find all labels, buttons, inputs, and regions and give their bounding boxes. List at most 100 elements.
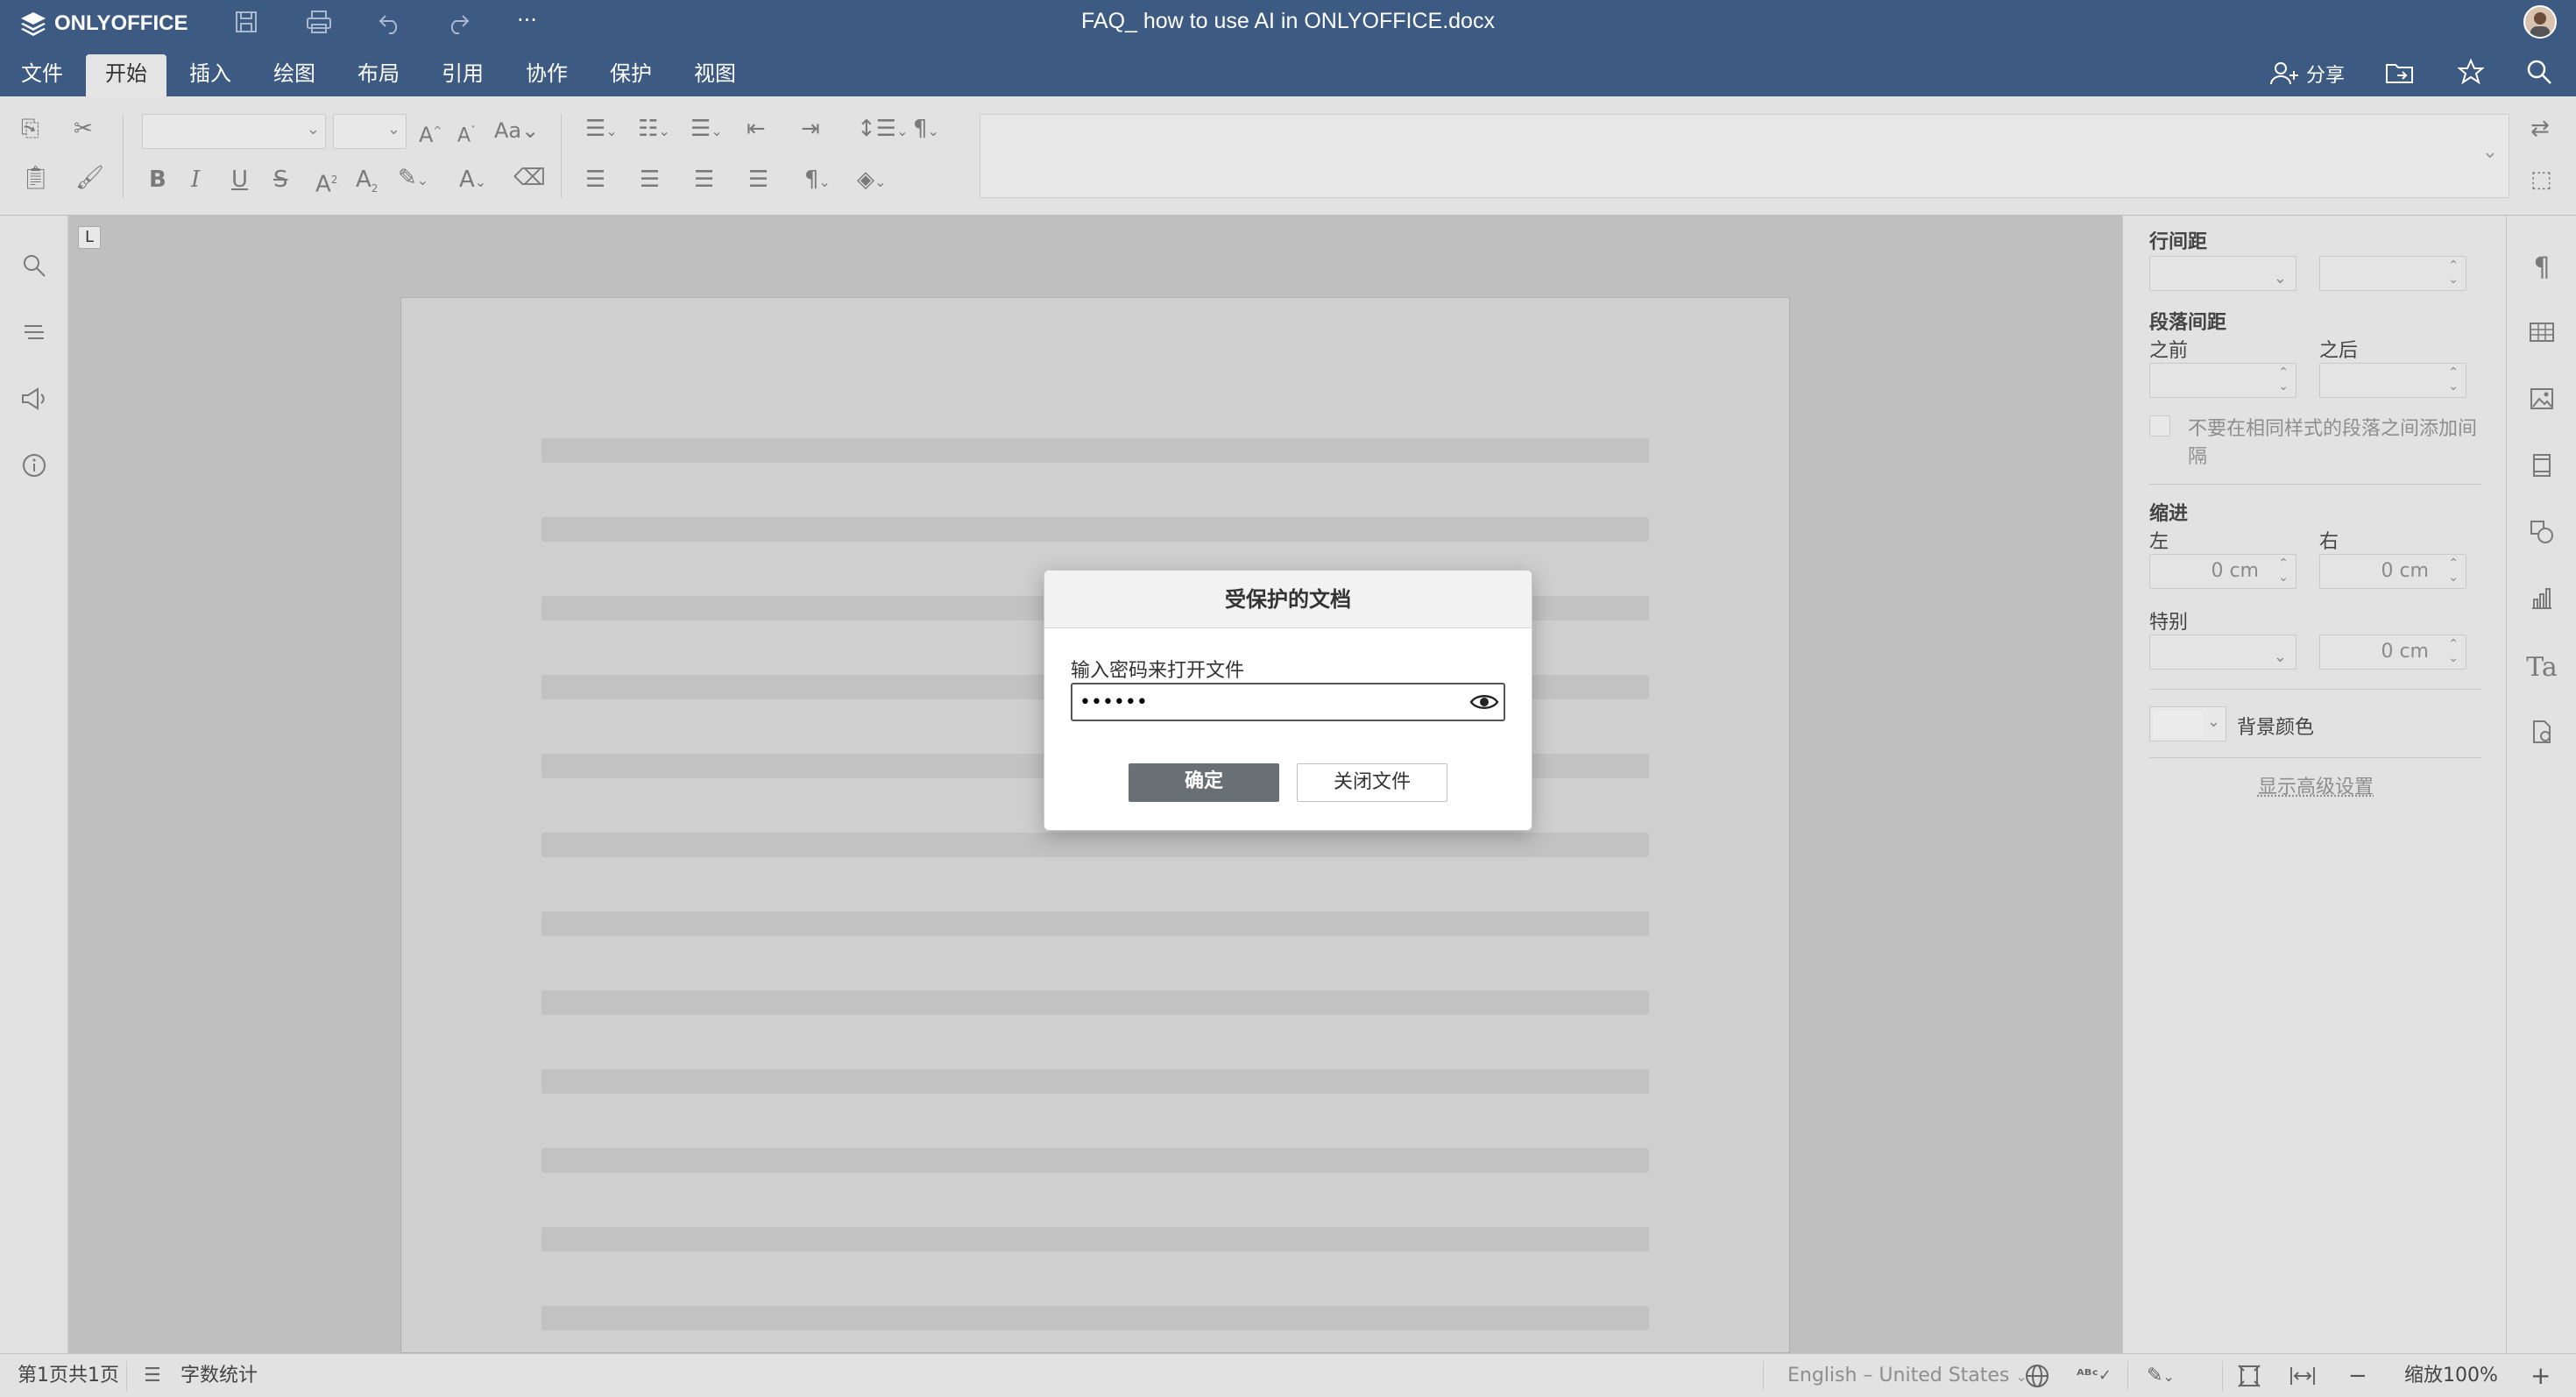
tab-home[interactable]: 开始 [86, 54, 166, 96]
text-art-icon[interactable]: Ta [2524, 652, 2559, 687]
chevron-down-icon[interactable]: ⌄ [2482, 141, 2498, 163]
bullet-list-icon[interactable]: ☰⌄ [585, 116, 618, 145]
align-right-icon[interactable]: ☰ [694, 167, 714, 193]
zoom-level[interactable]: 缩放100% [2404, 1365, 2498, 1387]
search-icon[interactable] [17, 252, 52, 287]
subscript-icon[interactable]: A2 [356, 167, 378, 202]
show-advanced-settings-link[interactable]: 显示高级设置 [2149, 771, 2482, 799]
highlight-icon[interactable]: ✎⌄ [398, 165, 428, 194]
globe-icon[interactable] [2024, 1363, 2050, 1395]
font-color-icon[interactable]: A⌄ [459, 167, 486, 195]
form-settings-icon[interactable] [2524, 719, 2559, 754]
close-file-button[interactable]: 关闭文件 [1297, 763, 1447, 802]
show-password-eye-icon[interactable] [1468, 689, 1500, 715]
special-indent-label: 特别 [2149, 612, 2189, 634]
special-indent-value-input[interactable]: 0 cm ⌃ ⌄ [2319, 635, 2466, 670]
copy-icon[interactable]: ⎘ [21, 116, 39, 142]
change-case-icon[interactable]: Aa⌄ [494, 117, 539, 144]
placeholder-text-line [541, 438, 1649, 463]
tab-view[interactable]: 视图 [675, 54, 755, 96]
favorite-star-icon[interactable] [2457, 58, 2485, 89]
tab-draw[interactable]: 绘图 [254, 54, 335, 96]
line-spacing-icon[interactable]: ↕☰⌄ [857, 116, 909, 145]
paste-icon[interactable]: 📋︎ [21, 165, 50, 191]
special-indent-select[interactable]: ⌄ [2149, 635, 2296, 670]
no-space-checkbox[interactable] [2149, 415, 2170, 436]
spinner-arrows-icon[interactable]: ⌃ ⌄ [2278, 557, 2289, 585]
background-color-picker[interactable]: ⌄ [2149, 706, 2226, 741]
word-count-icon[interactable]: ☰ [144, 1365, 161, 1387]
chart-icon[interactable] [2524, 585, 2559, 620]
font-size-select[interactable]: ⌄ [333, 114, 407, 149]
track-changes-icon[interactable]: ✎⌄ [2147, 1365, 2175, 1388]
strikethrough-icon[interactable]: S [273, 167, 288, 193]
underline-icon[interactable]: U [231, 167, 248, 193]
shading-icon[interactable]: ◈⌄ [857, 167, 886, 195]
indent-label: 缩进 [2149, 503, 2189, 525]
tab-stop-selector[interactable]: L [78, 226, 101, 249]
spinner-arrows-icon[interactable]: ⌃ ⌄ [2448, 637, 2459, 665]
language-selector[interactable]: English – United States ⌄ [1787, 1365, 2028, 1388]
spinner-arrows-icon[interactable]: ⌃ ⌄ [2448, 259, 2459, 287]
placeholder-text-line [541, 990, 1649, 1015]
navigation-icon[interactable] [17, 319, 52, 354]
user-avatar[interactable] [2523, 5, 2557, 39]
table-icon[interactable] [2524, 319, 2559, 354]
format-painter-icon[interactable]: 🖌︎ [75, 165, 104, 191]
indent-right-input[interactable]: 0 cm ⌃ ⌄ [2319, 554, 2466, 589]
tab-layout[interactable]: 布局 [338, 54, 419, 96]
open-location-icon[interactable] [2385, 60, 2415, 89]
line-spacing-type-select[interactable]: ⌄ [2149, 256, 2296, 291]
select-icon[interactable]: ⬚ [2530, 167, 2552, 193]
fit-width-icon[interactable] [2289, 1363, 2317, 1395]
header-footer-icon[interactable] [2524, 452, 2559, 487]
tab-insert[interactable]: 插入 [170, 54, 251, 96]
spinner-arrows-icon[interactable]: ⌃ ⌄ [2448, 557, 2459, 585]
numbered-list-icon[interactable]: ☷⌄ [638, 116, 670, 145]
increase-font-icon[interactable]: A^ [419, 117, 442, 148]
spacing-after-input[interactable]: ⌃ ⌄ [2319, 363, 2466, 398]
spell-check-icon[interactable]: ᴬᴮᶜ✓ [2077, 1365, 2112, 1387]
spacing-before-input[interactable]: ⌃ ⌄ [2149, 363, 2296, 398]
page-indicator[interactable]: 第1页共1页 [18, 1365, 119, 1387]
image-icon[interactable] [2524, 386, 2559, 421]
share-button[interactable]: 分享 [2269, 58, 2345, 89]
decrease-font-icon[interactable]: Aˇ [457, 117, 476, 149]
tab-references[interactable]: 引用 [422, 54, 503, 96]
search-icon[interactable] [2525, 58, 2553, 89]
nonprinting-chars-icon[interactable]: ¶⌄ [804, 167, 831, 195]
cut-icon[interactable]: ✂ [74, 116, 93, 142]
align-left-icon[interactable]: ☰ [585, 167, 605, 193]
bold-icon[interactable]: B [149, 167, 166, 193]
font-family-select[interactable]: ⌄ [142, 114, 326, 149]
tab-collaborate[interactable]: 协作 [506, 54, 587, 96]
password-input[interactable] [1071, 683, 1505, 721]
zoom-in-button[interactable]: + [2530, 1364, 2551, 1388]
spinner-arrows-icon[interactable]: ⌃ ⌄ [2448, 365, 2459, 394]
tab-protect[interactable]: 保护 [591, 54, 671, 96]
multilevel-list-icon[interactable]: ☰⌄ [690, 116, 723, 145]
tab-file[interactable]: 文件 [2, 54, 82, 96]
word-count-button[interactable]: 字数统计 [180, 1365, 258, 1387]
paragraph-settings-icon[interactable]: ¶⌄ [913, 116, 939, 145]
italic-icon[interactable]: I [191, 167, 200, 193]
spinner-arrows-icon[interactable]: ⌃ ⌄ [2278, 365, 2289, 394]
decrease-indent-icon[interactable]: ⇤ [747, 116, 766, 142]
indent-left-input[interactable]: 0 cm ⌃ ⌄ [2149, 554, 2296, 589]
clear-format-icon[interactable]: ⌫ [513, 165, 546, 191]
superscript-icon[interactable]: A2 [315, 167, 337, 198]
change-style-icon[interactable]: ⇄ [2530, 116, 2550, 142]
line-spacing-value-input[interactable]: ⌃ ⌄ [2319, 256, 2466, 291]
styles-gallery[interactable]: ⌄ [980, 114, 2509, 198]
fit-page-icon[interactable] [2236, 1363, 2262, 1395]
increase-indent-icon[interactable]: ⇥ [801, 116, 820, 142]
info-icon[interactable] [17, 452, 52, 487]
justify-icon[interactable]: ☰ [748, 167, 768, 193]
align-center-icon[interactable]: ☰ [640, 167, 660, 193]
placeholder-text-line [541, 1306, 1649, 1330]
zoom-out-button[interactable]: − [2348, 1365, 2367, 1387]
shape-icon[interactable] [2524, 519, 2559, 554]
paragraph-icon[interactable]: ¶ [2524, 252, 2559, 287]
feedback-icon[interactable] [17, 386, 52, 421]
ok-button[interactable]: 确定 [1129, 763, 1279, 802]
